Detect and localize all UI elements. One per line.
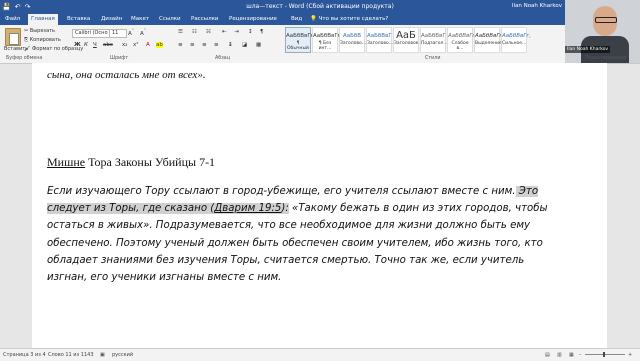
underline-button[interactable]: Ч bbox=[93, 42, 97, 48]
tab-layout[interactable]: Макет bbox=[128, 14, 152, 25]
font-group-label: Шрифт bbox=[110, 56, 129, 61]
lightbulb-icon: 💡 bbox=[310, 16, 317, 22]
align-center-button[interactable]: ≡ bbox=[190, 42, 195, 48]
print-layout-icon[interactable]: ▥ bbox=[557, 352, 562, 358]
person-glasses bbox=[595, 17, 617, 23]
zoom-slider-knob[interactable] bbox=[603, 352, 605, 357]
grow-font-button[interactable]: A˄ bbox=[128, 29, 134, 37]
decrease-indent-button[interactable]: ⇤ bbox=[222, 29, 227, 35]
borders-button[interactable]: ▦ bbox=[256, 42, 261, 48]
font-name-select[interactable]: Calibri (Осно bbox=[72, 29, 110, 38]
tab-mailings[interactable]: Рассылки bbox=[188, 14, 222, 25]
justify-button[interactable]: ≡ bbox=[214, 42, 219, 48]
increase-indent-button[interactable]: ⇥ bbox=[234, 29, 239, 35]
zoom-slider[interactable] bbox=[585, 354, 625, 355]
ribbon: Вставить ✂ Вырезать ⎘ Копировать 🖌 Форма… bbox=[0, 25, 640, 64]
web-layout-icon[interactable]: ▦ bbox=[569, 352, 574, 358]
paragraph-group-label: Абзац bbox=[215, 56, 230, 61]
align-right-button[interactable]: ≡ bbox=[202, 42, 207, 48]
page-count[interactable]: Страница 3 из 4 bbox=[3, 352, 46, 358]
section-heading: Мишне Тора Законы Убийцы 7-1 bbox=[47, 155, 216, 169]
style-heading-2[interactable]: АаБбВвГ Заголово... bbox=[366, 27, 393, 53]
tab-review[interactable]: Рецензирование bbox=[226, 14, 280, 25]
shading-button[interactable]: ◪ bbox=[242, 42, 247, 48]
bullets-button[interactable]: ☰ bbox=[178, 29, 183, 35]
scissors-icon: ✂ bbox=[24, 28, 29, 34]
style-heading-1[interactable]: АаБбВ Заголово... bbox=[339, 27, 366, 53]
previous-paragraph-fragment: сына, она осталась мне от всех». bbox=[47, 69, 206, 81]
highlight-color-button[interactable]: ab bbox=[156, 42, 163, 48]
line-spacing-button[interactable]: ↨ bbox=[228, 42, 233, 48]
word-count[interactable]: Слово 11 из 1143 bbox=[48, 352, 94, 358]
tab-references[interactable]: Ссылки bbox=[156, 14, 184, 25]
ribbon-tabs: Файл Главная Вставка Дизайн Макет Ссылки… bbox=[0, 14, 640, 25]
heading-underlined-word: Мишне bbox=[47, 155, 86, 169]
style-emphasis[interactable]: АаБбВвГг, Выделение bbox=[474, 27, 504, 53]
language-indicator[interactable]: русский bbox=[112, 352, 133, 358]
bold-button[interactable]: Ж bbox=[74, 42, 81, 48]
tab-home[interactable]: Главная bbox=[28, 14, 58, 25]
tab-view[interactable]: Вид bbox=[288, 14, 305, 25]
shrink-font-button[interactable]: A˅ bbox=[140, 29, 146, 37]
tell-me-search[interactable]: 💡 Что вы хотите сделать? bbox=[310, 14, 388, 25]
styles-gallery: АаБбВвГг, ¶ Обычный АаБбВвГг, ¶ Без инт...… bbox=[285, 27, 531, 53]
document-page[interactable]: сына, она осталась мне от всех». Мишне Т… bbox=[32, 63, 607, 348]
style-subtle-emphasis[interactable]: АаБбВвГг, Слабое в... bbox=[447, 27, 477, 53]
paragraph-body: Если изучающего Тору ссылают в город-убе… bbox=[47, 186, 548, 284]
font-size-select[interactable]: 11 bbox=[109, 29, 127, 38]
sort-button[interactable]: ↕ bbox=[248, 29, 253, 35]
title-bar: 💾 ↶ ↷ шла—текст - Word (Сбой активации п… bbox=[0, 0, 640, 14]
copy-icon: ⎘ bbox=[24, 37, 29, 43]
italic-button[interactable]: К bbox=[84, 42, 88, 48]
align-left-button[interactable]: ≡ bbox=[178, 42, 183, 48]
tab-file[interactable]: Файл bbox=[2, 14, 23, 25]
strikethrough-button[interactable]: abc bbox=[103, 42, 113, 48]
numbering-button[interactable]: ☷ bbox=[192, 29, 197, 35]
read-mode-icon[interactable]: ▤ bbox=[545, 352, 550, 358]
font-color-button[interactable]: A bbox=[146, 42, 150, 48]
styles-group-label: Стили bbox=[425, 56, 441, 61]
zoom-in-icon[interactable]: + bbox=[628, 352, 632, 358]
superscript-button[interactable]: x² bbox=[133, 42, 138, 48]
zoom-out-icon[interactable]: – bbox=[579, 352, 582, 358]
editing-group-label: Редактирование bbox=[585, 56, 627, 61]
multilevel-list-button[interactable]: ☵ bbox=[206, 29, 211, 35]
tab-design[interactable]: Дизайн bbox=[98, 14, 125, 25]
clipboard-icon bbox=[5, 28, 21, 46]
brush-icon: 🖌 bbox=[24, 46, 31, 52]
clipboard-group-label: Буфер обмена bbox=[6, 56, 43, 61]
tab-insert[interactable]: Вставка bbox=[64, 14, 93, 25]
account-name[interactable]: Ilan Noah Kharkov bbox=[512, 3, 562, 9]
show-marks-button[interactable]: ¶ bbox=[260, 29, 264, 35]
status-bar: Страница 3 из 4 Слово 11 из 1143 ▣ русск… bbox=[0, 348, 640, 361]
paste-button[interactable]: Вставить bbox=[4, 28, 28, 52]
webcam-overlay: Ilan Noah Kharkov bbox=[565, 0, 640, 63]
style-intense-emphasis[interactable]: АаБбВвГг, Сильное... bbox=[501, 27, 531, 53]
style-no-spacing[interactable]: АаБбВвГг, ¶ Без инт... bbox=[312, 27, 342, 53]
style-subtitle[interactable]: АаБбВвГ Подзагол... bbox=[420, 27, 448, 53]
style-title[interactable]: АаБ Заголовок bbox=[393, 27, 419, 53]
style-normal[interactable]: АаБбВвГг, ¶ Обычный bbox=[285, 27, 315, 53]
subscript-button[interactable]: x₂ bbox=[122, 42, 127, 48]
webcam-name-label: Ilan Noah Kharkov bbox=[565, 46, 611, 53]
proofing-icon[interactable]: ▣ bbox=[100, 352, 105, 358]
